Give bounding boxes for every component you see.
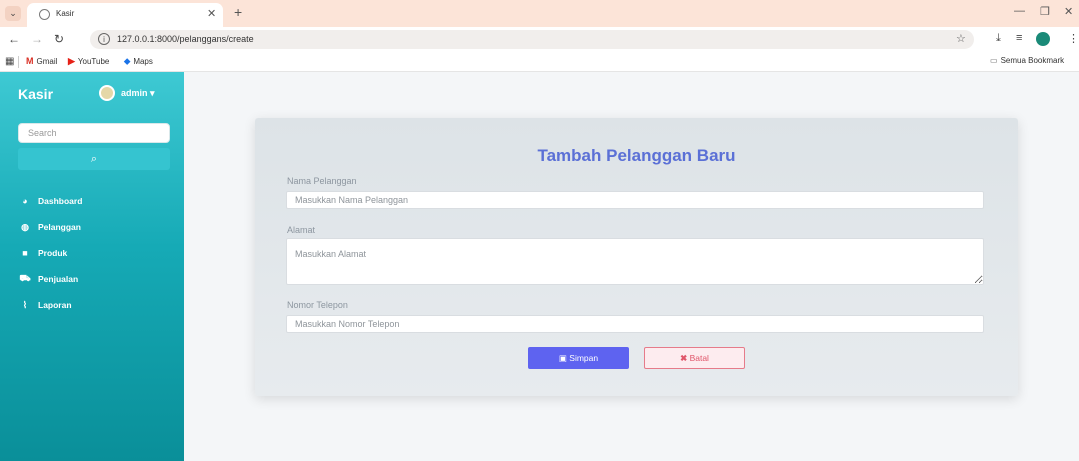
sidebar-item-penjualan[interactable]: ⛟ Penjualan — [0, 266, 184, 292]
tab-search-icon[interactable]: ⌄ — [5, 6, 21, 21]
close-icon[interactable]: ✕ — [207, 7, 216, 20]
new-tab-icon[interactable]: + — [234, 4, 242, 20]
users-icon: ◍ — [21, 221, 29, 232]
search-button[interactable]: ⌕ — [18, 148, 170, 170]
menu-icon[interactable]: ⋮ — [1068, 32, 1079, 45]
name-field[interactable] — [286, 191, 984, 209]
bookmarks-bar: ▦ M Gmail ▶ YouTube ⬥ Maps ▭ Semua Bookm… — [0, 52, 1079, 72]
bookmark-youtube[interactable]: ▶ YouTube — [68, 56, 109, 67]
forward-icon[interactable]: → — [31, 32, 43, 46]
bookmark-divider — [18, 56, 19, 68]
avatar[interactable] — [99, 85, 115, 101]
sidebar-item-pelanggan[interactable]: ◍ Pelanggan — [0, 214, 184, 240]
address-bar[interactable]: i 127.0.0.1:8000/pelanggans/create ☆ — [90, 30, 974, 49]
url-text: 127.0.0.1:8000/pelanggans/create — [117, 34, 254, 44]
bookmark-label: YouTube — [77, 57, 110, 66]
gmail-icon: M — [26, 56, 34, 66]
maximize-icon[interactable]: ❐ — [1040, 5, 1050, 18]
map-pin-icon: ⬥ — [124, 56, 131, 66]
save-button[interactable]: ▣ Simpan — [528, 347, 629, 369]
bookmark-label: Gmail — [36, 56, 58, 66]
download-icon[interactable]: ⤓ — [996, 32, 1001, 45]
sidebar-item-label: Penjualan — [38, 274, 79, 284]
bookmark-star-icon[interactable]: ☆ — [956, 32, 966, 45]
bookmark-label: Semua Bookmark — [1000, 56, 1065, 65]
minimize-icon[interactable]: — — [1014, 5, 1025, 17]
back-icon[interactable]: ← — [8, 32, 20, 46]
browser-tab-strip: ⌄ Kasir ✕ + — ❐ ✕ — [0, 0, 1079, 27]
dashboard-icon: ◕ — [22, 196, 28, 206]
address-label: Alamat — [287, 225, 316, 235]
form-title: Tambah Pelanggan Baru — [537, 146, 736, 165]
save-icon: ▣ — [558, 353, 567, 363]
folder-icon: ▭ — [990, 56, 998, 65]
sidebar-nav: ◕ Dashboard ◍ Pelanggan ■ Produk ⛟ Penju… — [0, 188, 184, 318]
tab-title: Kasir — [56, 9, 75, 18]
sidebar-item-laporan[interactable]: ⌇ Laporan — [0, 292, 184, 318]
sidebar: Kasir admin ▾ ⌕ ◕ Dashboard ◍ Pelanggan … — [0, 72, 184, 461]
customer-form-card: Tambah Pelanggan Baru Nama Pelanggan Ala… — [255, 118, 1018, 396]
chart-icon: ⌇ — [22, 299, 28, 310]
user-name: admin — [121, 88, 148, 98]
address-field[interactable] — [286, 238, 984, 285]
media-icon[interactable]: ≡ — [1016, 32, 1022, 44]
name-label: Nama Pelanggan — [287, 176, 357, 186]
sidebar-item-label: Dashboard — [38, 196, 83, 206]
search-icon: ⌕ — [90, 153, 98, 165]
cancel-button[interactable]: ✖ Batal — [644, 347, 745, 369]
apps-icon[interactable]: ▦ — [5, 56, 14, 67]
close-icon: ✖ — [680, 353, 688, 363]
window-close-icon[interactable]: ✕ — [1064, 5, 1073, 18]
save-label: Simpan — [569, 353, 599, 363]
search-input[interactable] — [18, 123, 170, 143]
browser-toolbar: ← → ↻ i 127.0.0.1:8000/pelanggans/create… — [0, 27, 1079, 52]
user-menu[interactable]: admin ▾ — [121, 88, 155, 99]
sidebar-item-produk[interactable]: ■ Produk — [0, 240, 184, 266]
browser-tab[interactable]: Kasir ✕ — [27, 3, 223, 27]
brand-logo[interactable]: Kasir — [18, 86, 53, 102]
bookmark-gmail[interactable]: M Gmail — [26, 56, 57, 66]
sidebar-item-label: Produk — [38, 248, 68, 258]
sidebar-item-dashboard[interactable]: ◕ Dashboard — [0, 188, 184, 214]
cancel-label: Batal — [689, 353, 709, 363]
bookmark-maps[interactable]: ⬥ Maps — [124, 56, 153, 67]
sidebar-item-label: Laporan — [38, 300, 72, 310]
product-icon: ■ — [22, 248, 28, 258]
globe-icon — [39, 9, 50, 20]
reload-icon[interactable]: ↻ — [54, 32, 64, 46]
cart-icon: ⛟ — [19, 273, 31, 283]
sidebar-item-label: Pelanggan — [38, 222, 81, 232]
youtube-icon: ▶ — [68, 56, 75, 66]
profile-avatar[interactable] — [1036, 32, 1050, 46]
bookmark-folder[interactable]: ▭ Semua Bookmark — [990, 56, 1064, 65]
phone-field[interactable] — [286, 315, 984, 333]
site-info-icon[interactable]: i — [98, 33, 110, 45]
bookmark-label: Maps — [133, 57, 153, 66]
phone-label: Nomor Telepon — [287, 300, 348, 310]
